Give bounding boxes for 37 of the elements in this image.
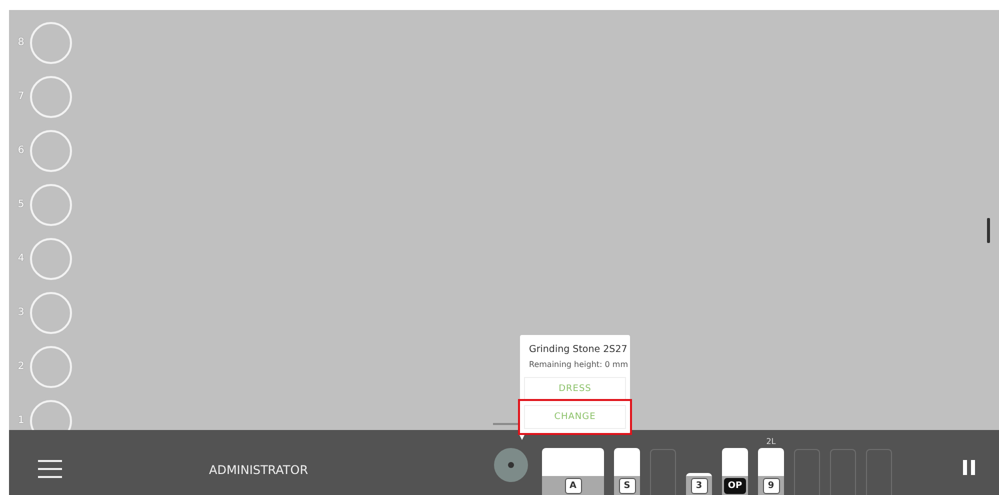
position-ring[interactable] — [30, 292, 72, 334]
grinding-disc-icon[interactable] — [494, 448, 528, 482]
user-name: ADMINISTRATOR — [209, 463, 310, 477]
position-ring[interactable] — [30, 76, 72, 118]
empty-magazine[interactable] — [866, 449, 892, 495]
position-number: 6 — [16, 145, 26, 157]
tool-badge: A — [564, 478, 582, 494]
tool-magazine[interactable]: OP — [722, 448, 748, 495]
position-number: 1 — [16, 415, 26, 427]
empty-magazine[interactable] — [830, 449, 856, 495]
tool-badge: 3 — [690, 478, 708, 494]
position-ring[interactable] — [30, 22, 72, 64]
pause-button[interactable] — [963, 460, 975, 475]
scroll-indicator — [987, 218, 990, 243]
position-number: 4 — [16, 253, 26, 265]
position-number: 8 — [16, 37, 26, 49]
empty-magazine[interactable] — [794, 449, 820, 495]
position-number: 2 — [16, 361, 26, 373]
popup-title: Grinding Stone 2S27 — [528, 343, 626, 356]
magazine-label: 2L — [766, 437, 776, 447]
menu-button[interactable] — [38, 460, 62, 478]
position-ring[interactable] — [30, 184, 72, 226]
position-number: 3 — [16, 307, 26, 319]
position-ring[interactable] — [30, 130, 72, 172]
position-ring[interactable] — [30, 238, 72, 280]
tool-magazine[interactable]: A — [542, 448, 604, 495]
position-number: 5 — [16, 199, 26, 211]
tool-magazine[interactable]: 9 — [758, 448, 784, 495]
empty-magazine[interactable] — [650, 449, 676, 495]
tool-magazine[interactable]: S — [614, 448, 640, 495]
tool-badge: S — [618, 478, 636, 494]
popup-subtitle: Remaining height: 0 mm — [528, 360, 626, 369]
tool-badge: OP — [724, 478, 746, 494]
position-number: 7 — [16, 91, 26, 103]
tool-magazine[interactable]: 3 — [686, 473, 712, 495]
position-ring[interactable] — [30, 346, 72, 388]
tool-badge: 9 — [762, 478, 780, 494]
